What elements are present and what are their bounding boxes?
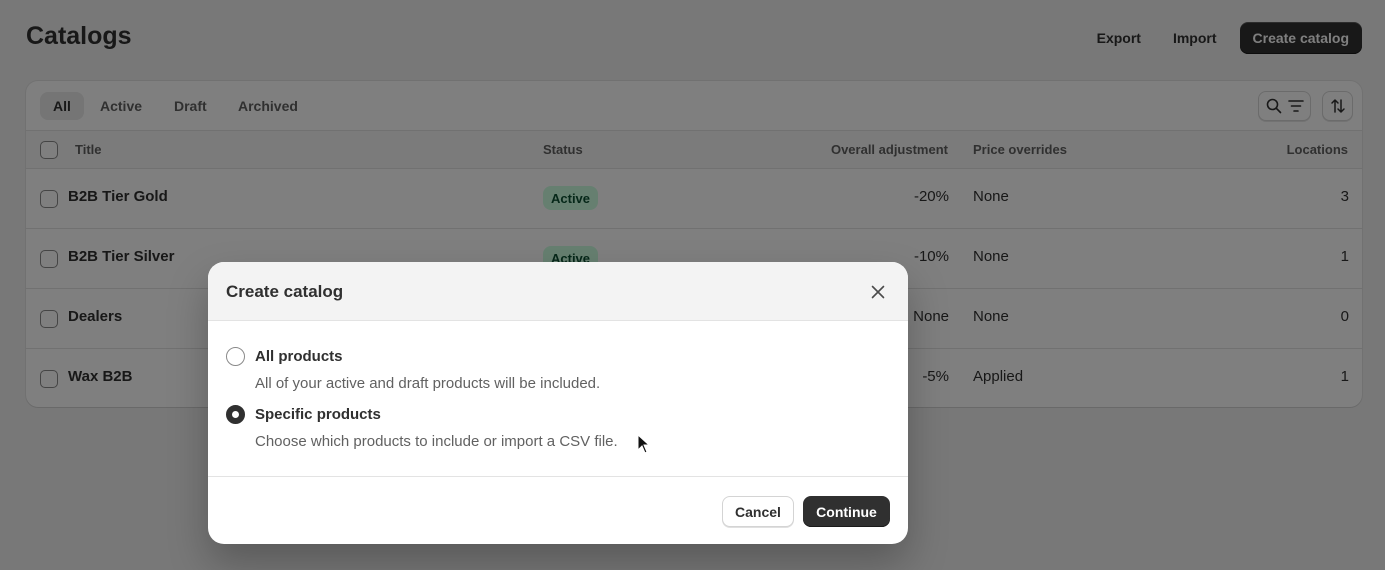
close-button[interactable] [866, 280, 890, 304]
continue-button[interactable]: Continue [803, 496, 890, 527]
cancel-button[interactable]: Cancel [722, 496, 794, 527]
modal-title: Create catalog [226, 282, 344, 301]
option-help-text: Choose which products to include or impo… [255, 433, 618, 450]
option-label[interactable]: All products [255, 348, 343, 365]
option-help-text: All of your active and draft products wi… [255, 375, 601, 392]
mouse-pointer-icon [637, 434, 649, 454]
modal-header: Create catalog [208, 262, 908, 321]
radio-all-products[interactable] [226, 347, 245, 366]
close-icon [871, 285, 885, 299]
option-label[interactable]: Specific products [255, 406, 381, 423]
modal-footer: Cancel Continue [208, 476, 908, 544]
create-catalog-modal: Create catalog All products All of your … [208, 262, 908, 544]
radio-specific-products[interactable] [226, 405, 245, 424]
